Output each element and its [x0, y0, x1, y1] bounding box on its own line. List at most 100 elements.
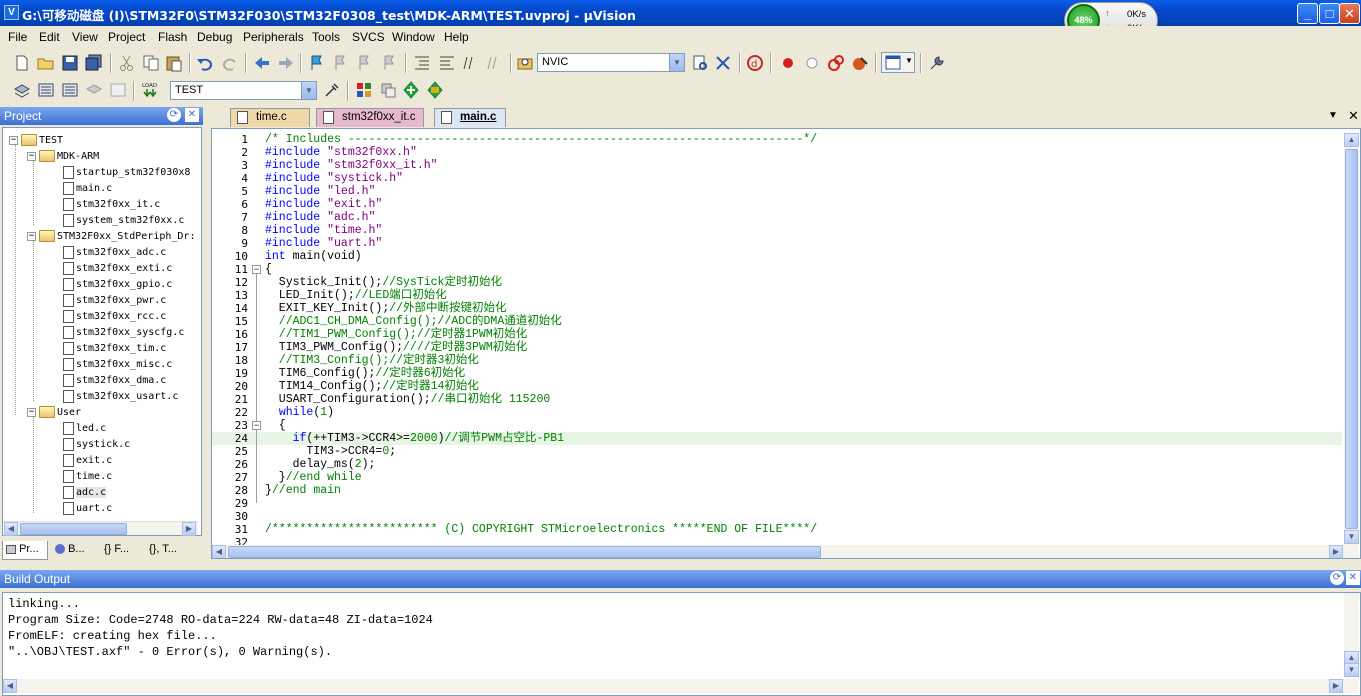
menu-help[interactable]: Help — [444, 30, 469, 44]
enable-breakpoint-icon[interactable] — [803, 54, 821, 72]
code-line[interactable]: TIM3_PWM_Config();////定时器3PWM初始化 — [265, 341, 527, 354]
fold-toggle-icon[interactable]: − — [252, 265, 261, 274]
tree-file-item[interactable]: stm32f0xx_pwr.c — [63, 293, 166, 309]
tree-file-item[interactable]: stm32f0xx_rcc.c — [63, 309, 166, 325]
select-packs-icon[interactable] — [402, 81, 420, 99]
code-line[interactable]: int main(void) — [265, 250, 362, 263]
code-line[interactable]: { — [265, 419, 286, 432]
code-line[interactable]: TIM14_Config();//定时器14初始化 — [265, 380, 479, 393]
editor-vertical-scrollbar[interactable]: ▲ ▼ — [1344, 133, 1359, 545]
kill-breakpoints-icon[interactable] — [851, 54, 869, 72]
output-vertical-scrollbar[interactable]: ▲ ▼ — [1344, 593, 1359, 677]
code-line[interactable]: LED_Init();//LED端口初始化 — [265, 289, 447, 302]
menu-debug[interactable]: Debug — [197, 30, 232, 44]
scroll-left-icon[interactable]: ◀ — [4, 522, 18, 536]
code-line[interactable]: TIM3->CCR4=0; — [265, 445, 396, 458]
tree-file-item[interactable]: stm32f0xx_adc.c — [63, 245, 166, 261]
code-area[interactable]: 1 /* Includes ---------------------------… — [212, 133, 1342, 549]
tree-target-item[interactable]: − TEST — [9, 133, 63, 149]
window-layout-button[interactable]: ▼ — [881, 52, 915, 73]
code-line[interactable]: //ADC1_CH_DMA_Config();//ADC的DMA通道初始化 — [265, 315, 562, 328]
pack-installer-icon[interactable] — [426, 81, 444, 99]
code-line[interactable]: if(++TIM3->CCR4>=2000)//调节PWM占空比-PB1 — [265, 432, 564, 445]
insert-breakpoint-icon[interactable] — [779, 54, 797, 72]
redo-icon[interactable] — [221, 54, 239, 72]
code-line[interactable]: /* Includes ----------------------------… — [265, 133, 817, 146]
pin-icon[interactable]: ⟳ — [1330, 571, 1344, 585]
tab-templates[interactable]: {}, T... — [146, 541, 190, 560]
tree-file-item[interactable]: stm32f0xx_it.c — [63, 197, 160, 213]
fold-toggle-icon[interactable]: − — [252, 421, 261, 430]
scroll-left-icon[interactable]: ◀ — [3, 679, 17, 693]
download-load-icon[interactable]: LOAD — [141, 81, 159, 99]
scroll-right-icon[interactable]: ▶ — [1329, 679, 1343, 693]
build-icon[interactable] — [37, 81, 55, 99]
collapse-toggle-icon[interactable]: − — [9, 135, 18, 145]
tree-file-item[interactable]: stm32f0xx_syscfg.c — [63, 325, 184, 341]
menu-peripherals[interactable]: Peripherals — [243, 30, 304, 44]
stop-build-icon[interactable] — [109, 81, 127, 99]
code-line[interactable]: /************************ (C) COPYRIGHT … — [265, 523, 817, 536]
scroll-right-icon[interactable]: ▶ — [182, 522, 196, 536]
comment-icon[interactable] — [461, 54, 479, 72]
navigate-back-icon[interactable] — [253, 54, 271, 72]
scroll-thumb[interactable] — [1345, 149, 1358, 529]
tree-file-item[interactable]: stm32f0xx_tim.c — [63, 341, 166, 357]
code-line[interactable]: delay_ms(2); — [265, 458, 376, 471]
menu-edit[interactable]: Edit — [39, 30, 60, 44]
incremental-find-icon[interactable] — [714, 54, 732, 72]
code-line[interactable]: #include "stm32f0xx_it.h" — [265, 159, 438, 172]
minimize-button[interactable]: _ — [1297, 3, 1318, 24]
tree-file-item[interactable]: uart.c — [63, 501, 112, 517]
code-line[interactable]: { — [265, 263, 272, 276]
tree-file-item[interactable]: time.c — [63, 469, 112, 485]
scroll-left-icon[interactable]: ◀ — [212, 545, 226, 558]
scroll-down-icon[interactable]: ▼ — [1344, 663, 1359, 677]
tab-stm32f0xx-it-c[interactable]: stm32f0xx_it.c — [316, 108, 424, 127]
indent-icon[interactable] — [413, 54, 431, 72]
tree-file-item[interactable]: main.c — [63, 181, 112, 197]
code-line[interactable]: USART_Configuration();//串口初始化 115200 — [265, 393, 550, 406]
code-line[interactable]: #include "uart.h" — [265, 237, 382, 250]
prev-bookmark-icon[interactable] — [331, 54, 349, 72]
menu-tools[interactable]: Tools — [312, 30, 340, 44]
navigate-forward-icon[interactable] — [277, 54, 295, 72]
code-line[interactable]: while(1) — [265, 406, 334, 419]
close-icon[interactable]: ✕ — [1346, 571, 1360, 585]
tree-file-item[interactable]: stm32f0xx_exti.c — [63, 261, 172, 277]
manage-components-icon[interactable] — [355, 81, 373, 99]
code-editor[interactable]: 1 /* Includes ---------------------------… — [211, 128, 1361, 559]
tab-time-c[interactable]: time.c — [230, 108, 310, 127]
output-horizontal-scrollbar[interactable]: ◀ ▶ — [3, 679, 1359, 693]
code-line[interactable]: #include "led.h" — [265, 185, 375, 198]
close-button[interactable]: ✕ — [1339, 3, 1360, 24]
tab-project[interactable]: Pr... — [2, 541, 48, 560]
undo-icon[interactable] — [196, 54, 214, 72]
bookmark-icon[interactable] — [308, 54, 326, 72]
close-icon[interactable]: ✕ — [185, 108, 199, 122]
rebuild-icon[interactable] — [61, 81, 79, 99]
tree-group-item[interactable]: − User — [27, 405, 81, 421]
new-file-icon[interactable] — [13, 54, 31, 72]
close-document-icon[interactable]: ✕ — [1348, 108, 1359, 124]
menu-window[interactable]: Window — [392, 30, 435, 44]
menu-svcs[interactable]: SVCS — [352, 30, 385, 44]
debug-session-icon[interactable]: d — [746, 54, 764, 72]
menu-view[interactable]: View — [72, 30, 98, 44]
compile-icon[interactable] — [13, 81, 31, 99]
tab-list-dropdown-icon[interactable]: ▼ — [1328, 110, 1338, 121]
code-line[interactable]: EXIT_KEY_Init();//外部中断按键初始化 — [265, 302, 507, 315]
find-in-files-icon[interactable] — [516, 54, 534, 72]
chevron-down-icon[interactable]: ▼ — [301, 82, 316, 99]
paste-icon[interactable] — [165, 54, 183, 72]
code-line[interactable]: //TIM3_Config();//定时器3初始化 — [265, 354, 479, 367]
collapse-toggle-icon[interactable]: − — [27, 407, 36, 417]
code-line[interactable]: Systick_Init();//SysTick定时初始化 — [265, 276, 502, 289]
disable-breakpoints-icon[interactable] — [827, 54, 845, 72]
tree-file-item[interactable]: adc.c — [63, 485, 107, 501]
menu-flash[interactable]: Flash — [158, 30, 187, 44]
maximize-button[interactable]: □ — [1319, 3, 1340, 24]
collapse-toggle-icon[interactable]: − — [27, 231, 36, 241]
menu-project[interactable]: Project — [108, 30, 145, 44]
open-folder-icon[interactable] — [37, 54, 55, 72]
